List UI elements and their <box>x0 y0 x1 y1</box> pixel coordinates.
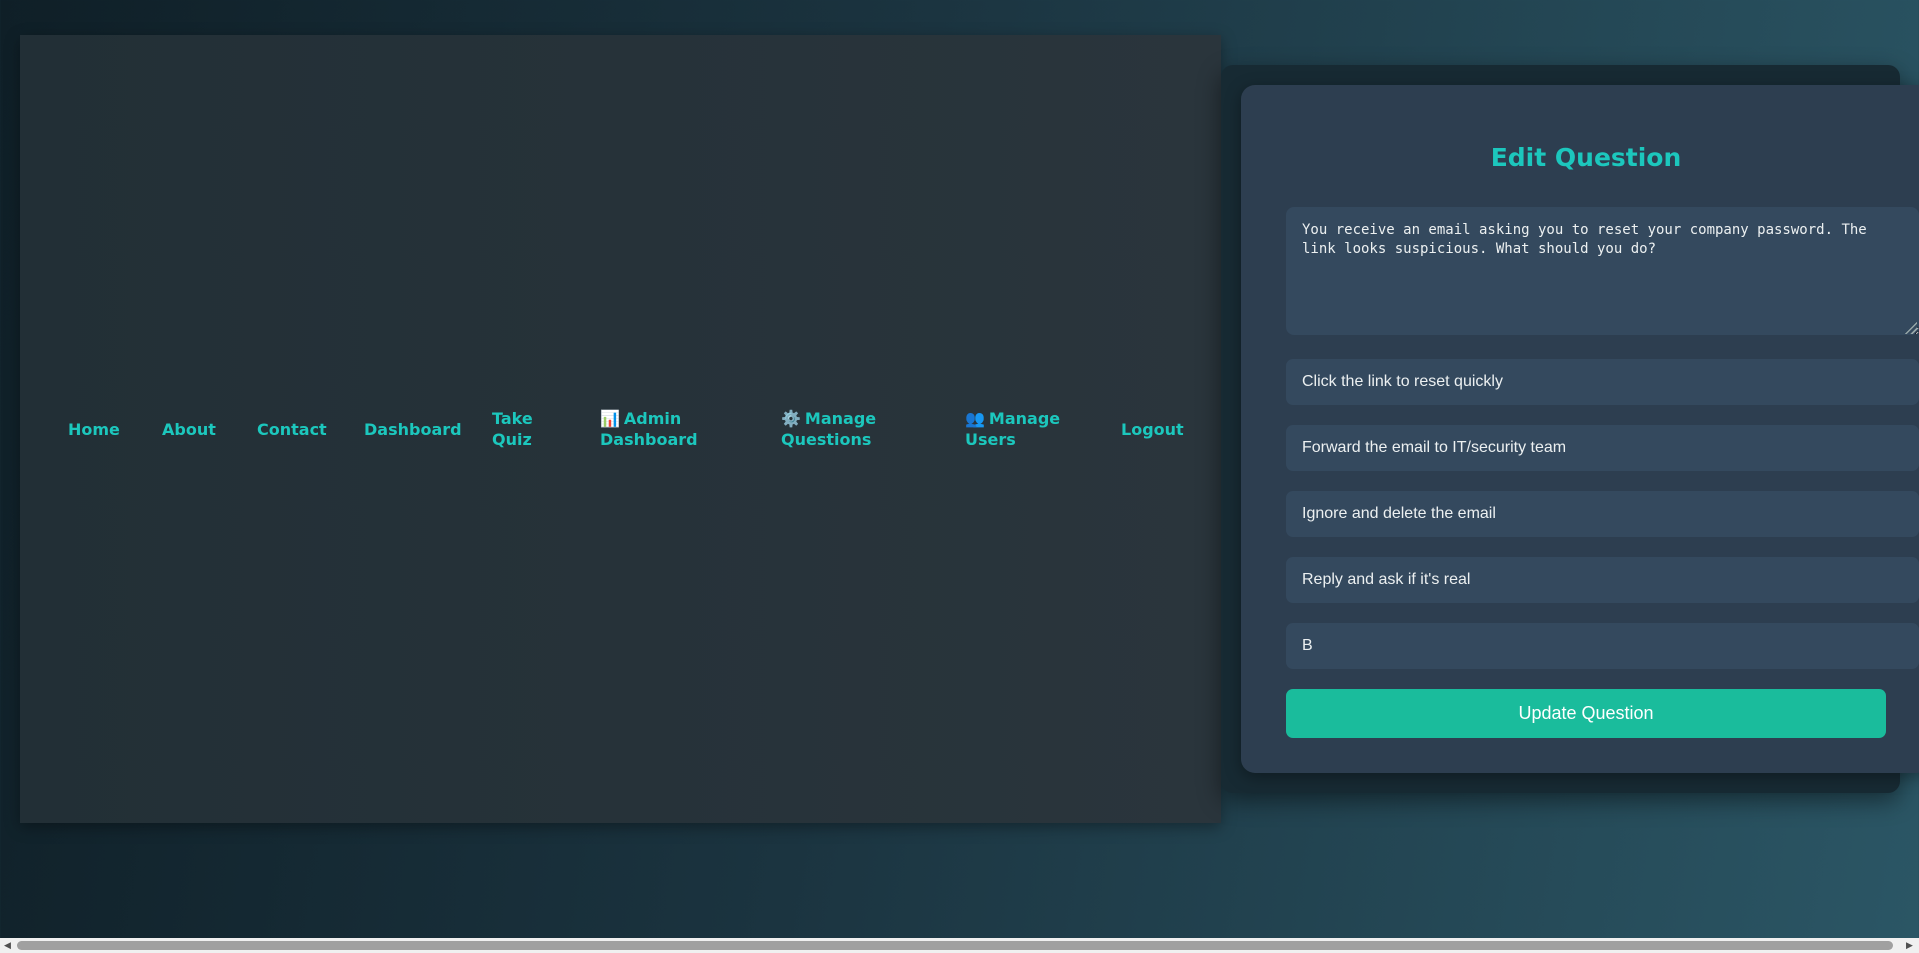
page-title: Edit Question <box>1490 143 1682 172</box>
nav-link-about[interactable]: About <box>162 419 216 440</box>
nav-link-dashboard[interactable]: Dashboard <box>364 419 462 440</box>
option-c-input[interactable] <box>1286 491 1919 537</box>
horizontal-scrollbar[interactable]: ◀ ▶ <box>0 938 1919 953</box>
scroll-left-icon[interactable]: ◀ <box>4 941 11 950</box>
option-d-input[interactable] <box>1286 557 1919 603</box>
option-b-input[interactable] <box>1286 425 1919 471</box>
nav-link-take-quiz-line2: Quiz <box>492 430 532 449</box>
nav-link-home[interactable]: Home <box>68 419 120 440</box>
users-icon: 👥 <box>965 409 985 428</box>
nav-link-logout[interactable]: Logout <box>1121 419 1184 440</box>
nav-link-manage-questions-line2: Questions <box>781 430 872 449</box>
nav-link-admin-line1: Admin <box>623 409 682 428</box>
scroll-right-icon[interactable]: ▶ <box>1906 941 1913 950</box>
nav-link-manage-users[interactable]: 👥 Manage Users <box>965 408 1060 450</box>
nav-link-manage-users-line1: Manage <box>988 409 1061 428</box>
nav-link-admin-dashboard[interactable]: 📊 Admin Dashboard <box>600 408 698 450</box>
option-a-input[interactable] <box>1286 359 1919 405</box>
nav-link-take-quiz-line1: Take <box>492 409 533 428</box>
gear-icon: ⚙️ <box>781 409 801 428</box>
resize-handle-icon[interactable] <box>1905 322 1917 334</box>
scrollbar-thumb[interactable] <box>17 941 1893 950</box>
nav-link-take-quiz[interactable]: Take Quiz <box>492 408 533 450</box>
nav-link-admin-line2: Dashboard <box>600 430 698 449</box>
nav-link-manage-questions-line1: Manage <box>804 409 877 428</box>
correct-answer-input[interactable] <box>1286 623 1919 669</box>
question-textarea[interactable]: You receive an email asking you to reset… <box>1286 207 1919 335</box>
nav-link-manage-users-line2: Users <box>965 430 1016 449</box>
bar-chart-icon: 📊 <box>600 409 620 428</box>
nav-link-contact[interactable]: Contact <box>257 419 327 440</box>
nav-link-manage-questions[interactable]: ⚙️ Manage Questions <box>781 408 876 450</box>
update-question-button[interactable]: Update Question <box>1286 689 1886 738</box>
